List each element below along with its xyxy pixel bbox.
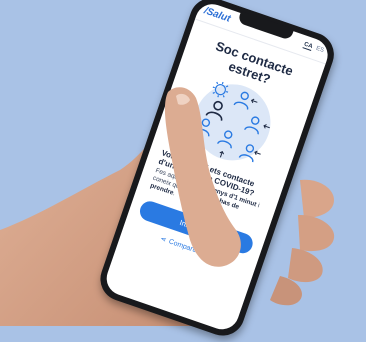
language-es[interactable]: ES (315, 46, 325, 54)
description-suffix: . (172, 190, 177, 198)
illustration-background (194, 84, 271, 161)
share-icon: ⋖ (159, 235, 168, 244)
salut-logo[interactable]: /Salut (203, 5, 232, 24)
scene: /Salut CA ES Soc contacte estret? Vols s… (0, 0, 366, 342)
language-ca[interactable]: CA (302, 41, 314, 51)
